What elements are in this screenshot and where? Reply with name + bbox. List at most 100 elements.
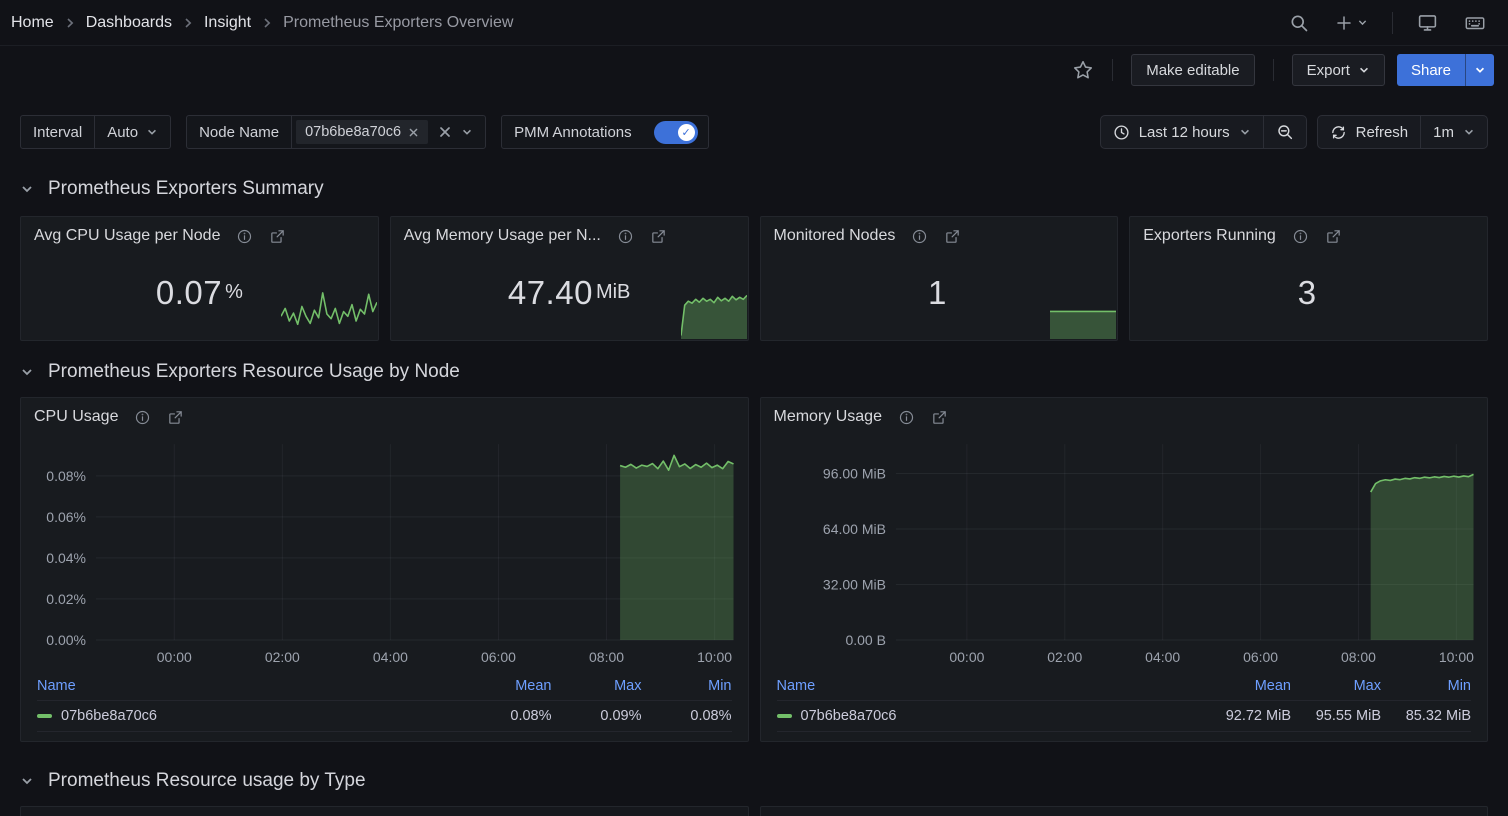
svg-text:00:00: 00:00 (949, 649, 984, 665)
make-editable-button[interactable]: Make editable (1131, 54, 1254, 86)
svg-text:00:00: 00:00 (157, 649, 192, 665)
stat-panel-avg-memory: Avg Memory Usage per N... 47.40 MiB (390, 216, 749, 341)
svg-text:04:00: 04:00 (373, 649, 408, 665)
external-link-icon[interactable] (269, 228, 286, 245)
svg-text:32.00 MiB: 32.00 MiB (822, 576, 885, 592)
breadcrumb-current-page: Prometheus Exporters Overview (283, 14, 513, 32)
zoom-out-button[interactable] (1264, 116, 1306, 148)
node-name-label: Node Name (187, 116, 291, 148)
section-title-by-type: Prometheus Resource usage by Type (48, 770, 366, 792)
export-button[interactable]: Export (1292, 54, 1385, 86)
series-name[interactable]: 07b6be8a70c6 (801, 708, 897, 724)
refresh-button[interactable]: Refresh (1318, 116, 1421, 148)
external-link-icon[interactable] (944, 228, 961, 245)
breadcrumb-insight[interactable]: Insight (204, 14, 251, 32)
panel-title[interactable]: Avg Memory Usage per N... (404, 227, 601, 245)
series-swatch (37, 714, 52, 718)
legend-min-value: 85.32 MiB (1381, 708, 1471, 724)
svg-text:0.08%: 0.08% (46, 468, 86, 484)
chevron-right-icon (260, 16, 274, 30)
external-link-icon[interactable] (167, 409, 184, 426)
dashboard-controls: Interval Auto Node Name 07b6be8a70c6 PMM… (0, 114, 1508, 150)
add-new-button[interactable] (1327, 8, 1376, 38)
stat-unit: % (225, 281, 243, 304)
chevron-down-icon (1463, 126, 1475, 138)
chevron-down-icon (1474, 64, 1486, 76)
chevron-right-icon (63, 16, 77, 30)
node-name-chip[interactable]: 07b6be8a70c6 (296, 120, 428, 144)
svg-text:0.00%: 0.00% (46, 632, 86, 648)
legend-header-max[interactable]: Max (552, 678, 642, 694)
external-link-icon[interactable] (1325, 228, 1342, 245)
interval-label: Interval (21, 116, 94, 148)
svg-text:96.00 MiB: 96.00 MiB (822, 466, 885, 482)
panel-title[interactable]: Memory Usage (774, 408, 882, 426)
sparkline (281, 289, 377, 339)
share-split-button: Share (1397, 54, 1494, 86)
legend-header-mean[interactable]: Mean (1201, 678, 1291, 694)
time-series-plot[interactable]: 00:0002:0004:0006:0008:0010:000.00 B32.0… (761, 432, 1488, 672)
info-icon[interactable] (898, 409, 915, 426)
section-row-by-type[interactable]: Prometheus Resource usage by Type (0, 768, 1508, 794)
zoom-out-icon (1276, 123, 1294, 141)
keyboard-shortcuts-icon[interactable] (1456, 6, 1494, 40)
star-icon[interactable] (1072, 59, 1094, 81)
section-row-by-node[interactable]: Prometheus Exporters Resource Usage by N… (0, 359, 1508, 385)
legend-header-max[interactable]: Max (1291, 678, 1381, 694)
pmm-annotations-label: PMM Annotations (502, 116, 644, 148)
time-series-plot[interactable]: 00:0002:0004:0006:0008:0010:000.00%0.02%… (21, 432, 748, 672)
refresh-interval-select[interactable]: 1m (1421, 116, 1487, 148)
legend-header-min[interactable]: Min (642, 678, 732, 694)
pmm-annotations-toggle[interactable]: ✓ (654, 121, 698, 144)
breadcrumb-home[interactable]: Home (11, 14, 54, 32)
cut-off-panel (20, 806, 749, 816)
clear-selection-icon[interactable] (438, 125, 452, 139)
interval-variable: Interval Auto (20, 115, 171, 149)
svg-text:64.00 MiB: 64.00 MiB (822, 521, 885, 537)
chevron-down-icon (1358, 64, 1370, 76)
info-icon[interactable] (134, 409, 151, 426)
legend-header-mean[interactable]: Mean (462, 678, 552, 694)
svg-text:02:00: 02:00 (1047, 649, 1082, 665)
external-link-icon[interactable] (931, 409, 948, 426)
legend-header-name[interactable]: Name (777, 678, 1202, 694)
interval-select[interactable]: Auto (95, 116, 170, 148)
external-link-icon[interactable] (650, 228, 667, 245)
info-icon[interactable] (617, 228, 634, 245)
legend-max-value: 95.55 MiB (1291, 708, 1381, 724)
chart-panel-cpu-usage: CPU Usage 00:0002:0004:0006:0008:0010:00… (20, 397, 749, 742)
share-button[interactable]: Share (1397, 54, 1465, 86)
section-row-summary[interactable]: Prometheus Exporters Summary (0, 176, 1508, 202)
search-icon[interactable] (1281, 7, 1317, 39)
info-icon[interactable] (236, 228, 253, 245)
chevron-down-icon (20, 365, 34, 379)
svg-text:10:00: 10:00 (697, 649, 732, 665)
chevron-down-icon[interactable] (461, 126, 473, 138)
legend-header-name[interactable]: Name (37, 678, 462, 694)
panel-title[interactable]: Exporters Running (1143, 227, 1276, 245)
stats-row: Avg CPU Usage per Node 0.07 % Avg Memory… (0, 216, 1508, 341)
legend-header-min[interactable]: Min (1381, 678, 1471, 694)
svg-text:06:00: 06:00 (481, 649, 516, 665)
toggle-check-icon: ✓ (678, 124, 695, 141)
svg-text:0.02%: 0.02% (46, 591, 86, 607)
legend-mean-value: 92.72 MiB (1201, 708, 1291, 724)
top-nav: Home Dashboards Insight Prometheus Expor… (0, 0, 1508, 46)
divider (1392, 12, 1393, 34)
panel-title[interactable]: Avg CPU Usage per Node (34, 227, 220, 245)
series-name[interactable]: 07b6be8a70c6 (61, 708, 157, 724)
time-range-button[interactable]: Last 12 hours (1101, 116, 1263, 148)
legend-max-value: 0.09% (552, 708, 642, 724)
stat-value: 3 (1298, 274, 1317, 312)
stat-panel-monitored-nodes: Monitored Nodes 1 (760, 216, 1119, 341)
dashboard-toolbar: Make editable Export Share (0, 46, 1508, 94)
svg-text:08:00: 08:00 (1340, 649, 1375, 665)
info-icon[interactable] (911, 228, 928, 245)
panel-title[interactable]: Monitored Nodes (774, 227, 896, 245)
pmm-annotations-control: PMM Annotations ✓ (501, 115, 709, 149)
share-menu-button[interactable] (1465, 54, 1494, 86)
panel-title[interactable]: CPU Usage (34, 408, 118, 426)
breadcrumb-dashboards[interactable]: Dashboards (86, 14, 172, 32)
info-icon[interactable] (1292, 228, 1309, 245)
kiosk-mode-icon[interactable] (1409, 6, 1446, 39)
